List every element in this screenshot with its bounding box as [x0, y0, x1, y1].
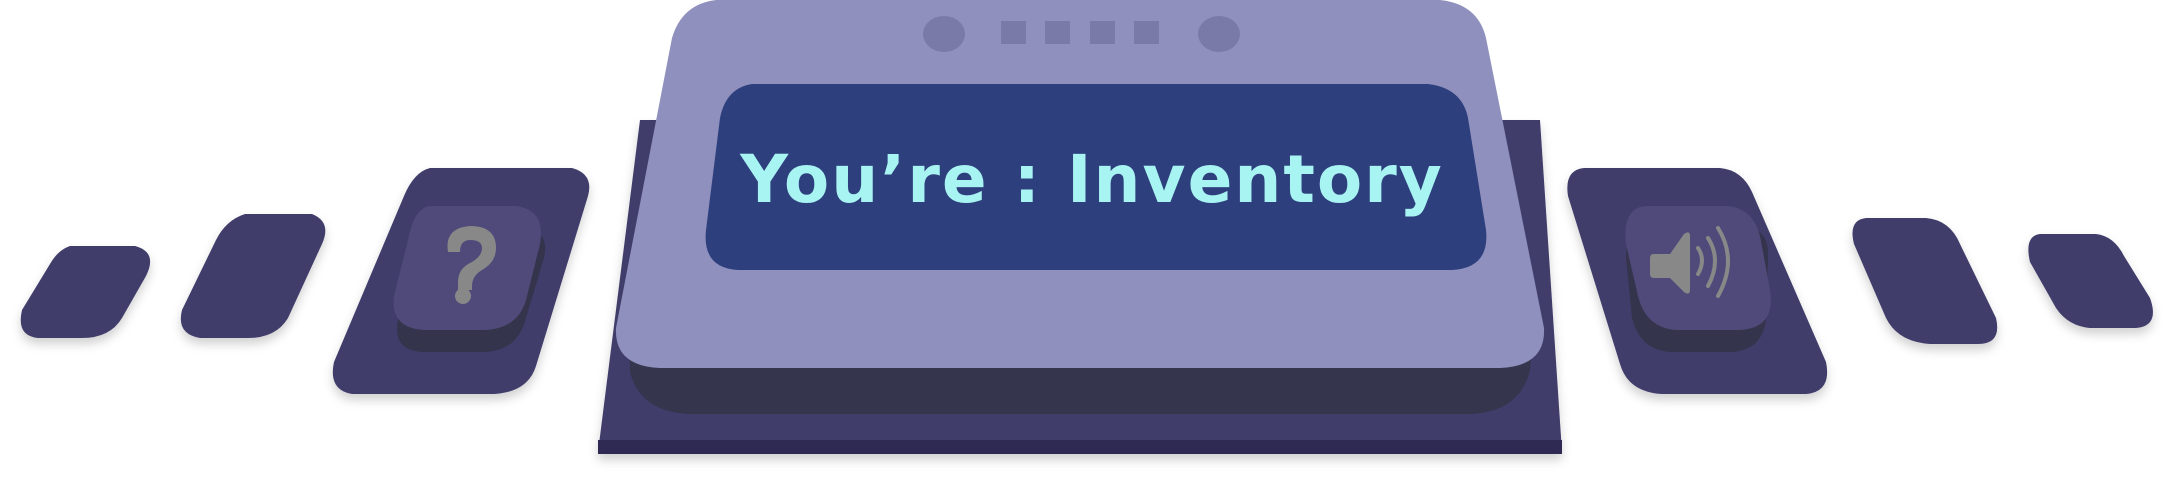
sound-button-face [1625, 206, 1771, 352]
menu-bar: You’re : Inventory [0, 0, 2177, 477]
right-decor-tile-small [2028, 234, 2153, 328]
left-decor-tile-small [20, 246, 151, 338]
right-decor-tile-medium [1852, 218, 1998, 344]
page-title: You’re : Inventory [740, 141, 1444, 218]
left-decor-tile-medium [180, 214, 326, 338]
menu-bar-graphics [20, 0, 2153, 454]
